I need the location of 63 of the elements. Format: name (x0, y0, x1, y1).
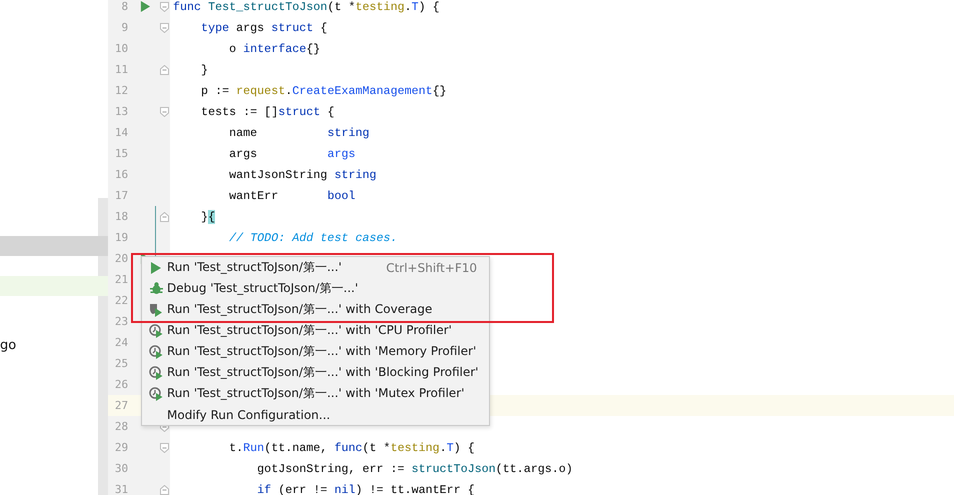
menu-item[interactable]: Run 'Test_structToJson/第一...' with 'CPU Profiler' (142, 320, 489, 341)
profiler-icon (149, 324, 163, 338)
line-number: 25 (114, 357, 128, 370)
line-number: 15 (114, 147, 128, 160)
run-icon (150, 262, 162, 274)
code-line: }{ (200, 210, 216, 224)
code-line: tests := []struct { (200, 104, 334, 118)
code-line: if (err != nil) != tt.wantErr { (256, 482, 475, 495)
menu-item[interactable]: Run 'Test_structToJson/第一...' Ctrl+Shift+F10 (142, 257, 489, 278)
line-number: 11 (114, 63, 128, 76)
code-line: // TODO: Add test cases. (228, 230, 398, 244)
code-line: name string (228, 126, 370, 140)
code-line: p := request.CreateExamManagement{} (200, 84, 447, 98)
code-line: args args (228, 146, 356, 160)
menu-item[interactable]: Modify Run Configuration... (142, 404, 489, 425)
code-line: type args struct { (200, 20, 328, 34)
menu-item[interactable]: Run 'Test_structToJson/第一...' with 'Memory Profiler' (142, 341, 489, 362)
code-line: wantErr bool (228, 188, 356, 202)
code-line: gotJsonString, err := structToJson(tt.args.o) (256, 462, 573, 476)
line-number: 26 (114, 378, 128, 391)
profiler-icon (149, 344, 163, 358)
line-number: 21 (114, 273, 128, 286)
fold-end-icon[interactable] (160, 64, 170, 74)
fold-icon[interactable] (160, 442, 170, 452)
code-line: func Test_structToJson(t *testing.T) { (173, 0, 440, 14)
line-number: 22 (114, 294, 128, 307)
run-icon[interactable] (140, 1, 152, 12)
code-line: t.Run(tt.name, func(t *testing.T) { (228, 440, 475, 454)
line-number: 30 (114, 462, 128, 475)
menu-item[interactable]: Run 'Test_structToJson/第一...' with 'Blocking Profiler' (142, 362, 489, 383)
line-number: 28 (114, 420, 128, 433)
line-number: 17 (114, 189, 128, 202)
menu-item[interactable]: Run 'Test_structToJson/第一...' with 'Mutex Profiler' (142, 383, 489, 404)
line-number: 27 (114, 399, 128, 412)
fold-end-icon[interactable] (160, 212, 170, 222)
line-number: 19 (114, 231, 128, 244)
profiler-icon (149, 386, 163, 400)
fold-icon[interactable] (160, 2, 170, 12)
line-number: 8 (120, 0, 128, 13)
coverage-icon (149, 302, 163, 316)
line-number: 14 (114, 126, 128, 139)
code-line: o interface{} (228, 42, 320, 56)
line-number: 24 (114, 336, 128, 349)
line-number: 12 (114, 84, 128, 97)
profiler-icon (149, 366, 163, 380)
code-line: wantJsonString string (228, 168, 376, 182)
line-number: 18 (114, 210, 128, 223)
line-number: 29 (114, 441, 128, 454)
line-number: 31 (114, 483, 128, 495)
line-number: 10 (114, 42, 128, 55)
menu-item[interactable]: Debug 'Test_structToJson/第一...' (142, 278, 489, 299)
code-line: } (200, 62, 208, 76)
line-number: 9 (120, 21, 128, 34)
bug-icon (150, 282, 162, 295)
line-number: 16 (114, 168, 128, 181)
fold-end-icon[interactable] (160, 484, 170, 494)
line-number: 20 (114, 252, 128, 265)
tree-item-label: go (0, 338, 16, 353)
fold-icon[interactable] (160, 22, 170, 32)
line-number: 13 (114, 105, 128, 118)
fold-icon[interactable] (160, 106, 170, 116)
menu-item[interactable]: Run 'Test_structToJson/第一...' with Coverage (142, 299, 489, 320)
line-number: 23 (114, 315, 128, 328)
